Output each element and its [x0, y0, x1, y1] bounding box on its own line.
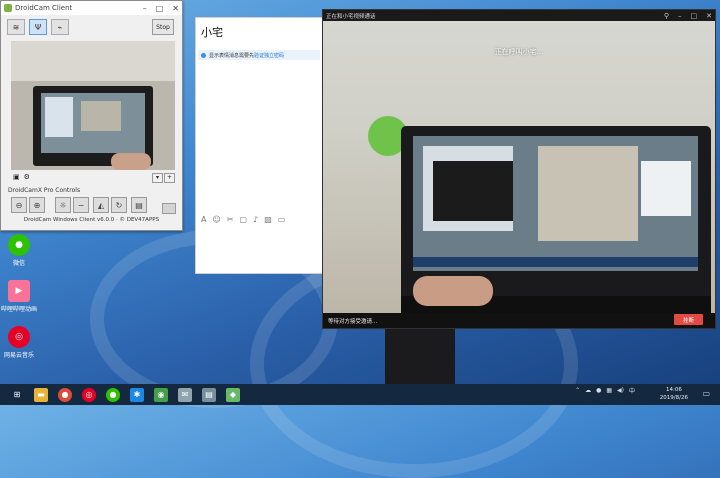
- waiting-status: 等待对方接受邀请...: [328, 318, 378, 325]
- chat-toolbar: A ☺ ✂ ▢ ♪ ▨ ▭: [201, 215, 285, 224]
- droidcam-footer: DroidCam Windows Client v6.0.0 · © DEV47…: [23, 217, 160, 223]
- desktop-icon-netease-music[interactable]: ◎ 网易云音乐: [0, 326, 38, 359]
- close-icon[interactable]: ✕: [172, 4, 179, 13]
- emoji-icon[interactable]: ☺: [212, 215, 220, 224]
- notice-text: 显示表情消息需要先: [209, 52, 255, 59]
- folder-icon[interactable]: ▬: [34, 387, 48, 402]
- app-icon[interactable]: ◆: [226, 387, 240, 402]
- video-call-window: 正在和小宅视频通话 ⚲ – □ ✕ 正在呼叫小宅... 等待对方接受邀请... …: [322, 9, 716, 329]
- chat-window: 小宅 显示表情消息需要先 验证独立密码 A ☺ ✂ ▢ ♪ ▨ ▭: [195, 17, 325, 274]
- plus-icon[interactable]: +: [164, 173, 175, 183]
- netease-music-icon[interactable]: ◎: [82, 387, 96, 402]
- calling-status: 正在呼叫小宅...: [494, 48, 544, 56]
- dropdown-arrow-icon[interactable]: ▾: [152, 173, 163, 183]
- wifi-server-icon[interactable]: Ψ: [29, 19, 47, 35]
- volume-icon[interactable]: ◀): [617, 387, 624, 394]
- chevron-up-icon[interactable]: ⌃: [575, 387, 580, 394]
- camera-preview: [11, 41, 175, 170]
- droidcam-toolbar: ≋ Ψ ⌁ Stop: [5, 19, 178, 35]
- rotate-icon[interactable]: ↻: [111, 197, 127, 213]
- minimize-icon[interactable]: –: [678, 12, 682, 20]
- printer-icon[interactable]: ▤: [202, 387, 216, 402]
- wechat-icon[interactable]: ●: [106, 387, 120, 402]
- cloud-icon[interactable]: ☁: [585, 387, 591, 394]
- desktop-icon-wechat[interactable]: ● 微信: [0, 234, 38, 267]
- wechat-tray-icon[interactable]: ●: [596, 387, 601, 394]
- minimize-icon[interactable]: –: [143, 4, 147, 13]
- contrast-icon[interactable]: ◭: [93, 197, 109, 213]
- nested-call-in-video: [538, 146, 638, 241]
- hangup-button[interactable]: 挂断: [674, 314, 703, 325]
- system-tray: ⌃ ☁ ● ▦ ◀) 中: [575, 386, 635, 395]
- image-icon[interactable]: ▨: [264, 215, 272, 224]
- maximize-icon[interactable]: □: [156, 4, 164, 13]
- video-feed: 正在呼叫小宅...: [323, 21, 715, 314]
- chat-contact-name: 小宅: [201, 26, 223, 39]
- stop-button[interactable]: Stop: [152, 19, 174, 35]
- capture-icon[interactable]: ▣: [13, 173, 20, 181]
- wechat-icon: ●: [8, 234, 30, 256]
- hand-in-preview: [111, 153, 151, 170]
- scissors-icon[interactable]: ✂: [227, 215, 234, 224]
- desktop: { "colors": {"accent": "#3a8ee6", "hangu…: [0, 0, 720, 478]
- settings-icon[interactable]: ⚙: [24, 173, 30, 181]
- close-icon[interactable]: ✕: [706, 12, 712, 20]
- minus-icon[interactable]: −: [73, 197, 89, 213]
- desktop-icon-label: 网易云音乐: [3, 352, 34, 359]
- bilibili-icon: ▶: [8, 280, 30, 302]
- clock-time: 14:06: [665, 387, 682, 393]
- video-call-bar: 等待对方接受邀请... 挂断: [323, 313, 715, 328]
- preview-options: ▣ ⚙: [13, 173, 30, 181]
- droidcam-app-icon: [4, 4, 12, 12]
- maximize-icon[interactable]: □: [691, 12, 698, 20]
- folder-icon[interactable]: ▭: [278, 215, 286, 224]
- light-icon[interactable]: ☼: [55, 197, 71, 213]
- taskbar: ⊞ ▬ ● ◎ ● ✱ ◉ ✉ ▤ ◆ ⌃ ☁ ● ▦ ◀) 中 14:06 2…: [0, 384, 720, 405]
- hand-in-video: [413, 276, 493, 306]
- desktop-icon-label: 哔哩哔哩动画: [0, 306, 37, 313]
- verify-password-link[interactable]: 验证独立密码: [254, 52, 284, 59]
- zoom-in-icon[interactable]: ⊕: [29, 197, 45, 213]
- ime-indicator[interactable]: 中: [629, 386, 635, 395]
- clock-date: 2019/8/26: [659, 395, 688, 401]
- pro-controls-label: DroidCamX Pro Controls: [8, 187, 81, 194]
- info-icon: [201, 52, 206, 58]
- mic-icon[interactable]: ♪: [253, 215, 258, 224]
- mail-icon[interactable]: ✉: [178, 387, 192, 402]
- droidcam-icon[interactable]: ◉: [154, 387, 168, 402]
- droidcam-window: DroidCam Client – □ ✕ ≋ Ψ ⌁ Stop ▣ ⚙ ▾ +…: [0, 0, 183, 231]
- settings-button[interactable]: [162, 203, 176, 214]
- pin-icon[interactable]: ⚲: [664, 12, 669, 20]
- screenshot-icon[interactable]: ▢: [240, 215, 248, 224]
- zoom-out-icon[interactable]: ⊖: [11, 197, 27, 213]
- star-icon[interactable]: ✱: [130, 387, 144, 402]
- chrome-icon[interactable]: ●: [58, 387, 72, 402]
- droidcam-title: DroidCam Client: [15, 4, 73, 12]
- usb-icon[interactable]: ⌁: [51, 19, 69, 35]
- chat-notice: 显示表情消息需要先 验证独立密码: [198, 50, 320, 60]
- video-call-titlebar: 正在和小宅视频通话 ⚲ – □ ✕: [323, 10, 715, 21]
- network-icon[interactable]: ▦: [606, 387, 612, 394]
- clock[interactable]: 14:06 2019/8/26: [660, 386, 688, 402]
- video-call-title: 正在和小宅视频通话: [326, 13, 376, 20]
- save-icon[interactable]: ▤: [131, 197, 147, 213]
- desktop-icon-label: 微信: [12, 260, 25, 267]
- font-icon[interactable]: A: [201, 215, 206, 224]
- droidcam-titlebar: DroidCam Client – □ ✕: [1, 1, 182, 15]
- wifi-icon[interactable]: ≋: [7, 19, 25, 35]
- netease-music-icon: ◎: [8, 326, 30, 348]
- desktop-icon-bilibili[interactable]: ▶ 哔哩哔哩动画: [0, 280, 38, 313]
- start-icon[interactable]: ⊞: [10, 388, 24, 402]
- notification-icon[interactable]: ▭: [702, 389, 710, 398]
- nested-taskbar-in-video: [413, 257, 698, 267]
